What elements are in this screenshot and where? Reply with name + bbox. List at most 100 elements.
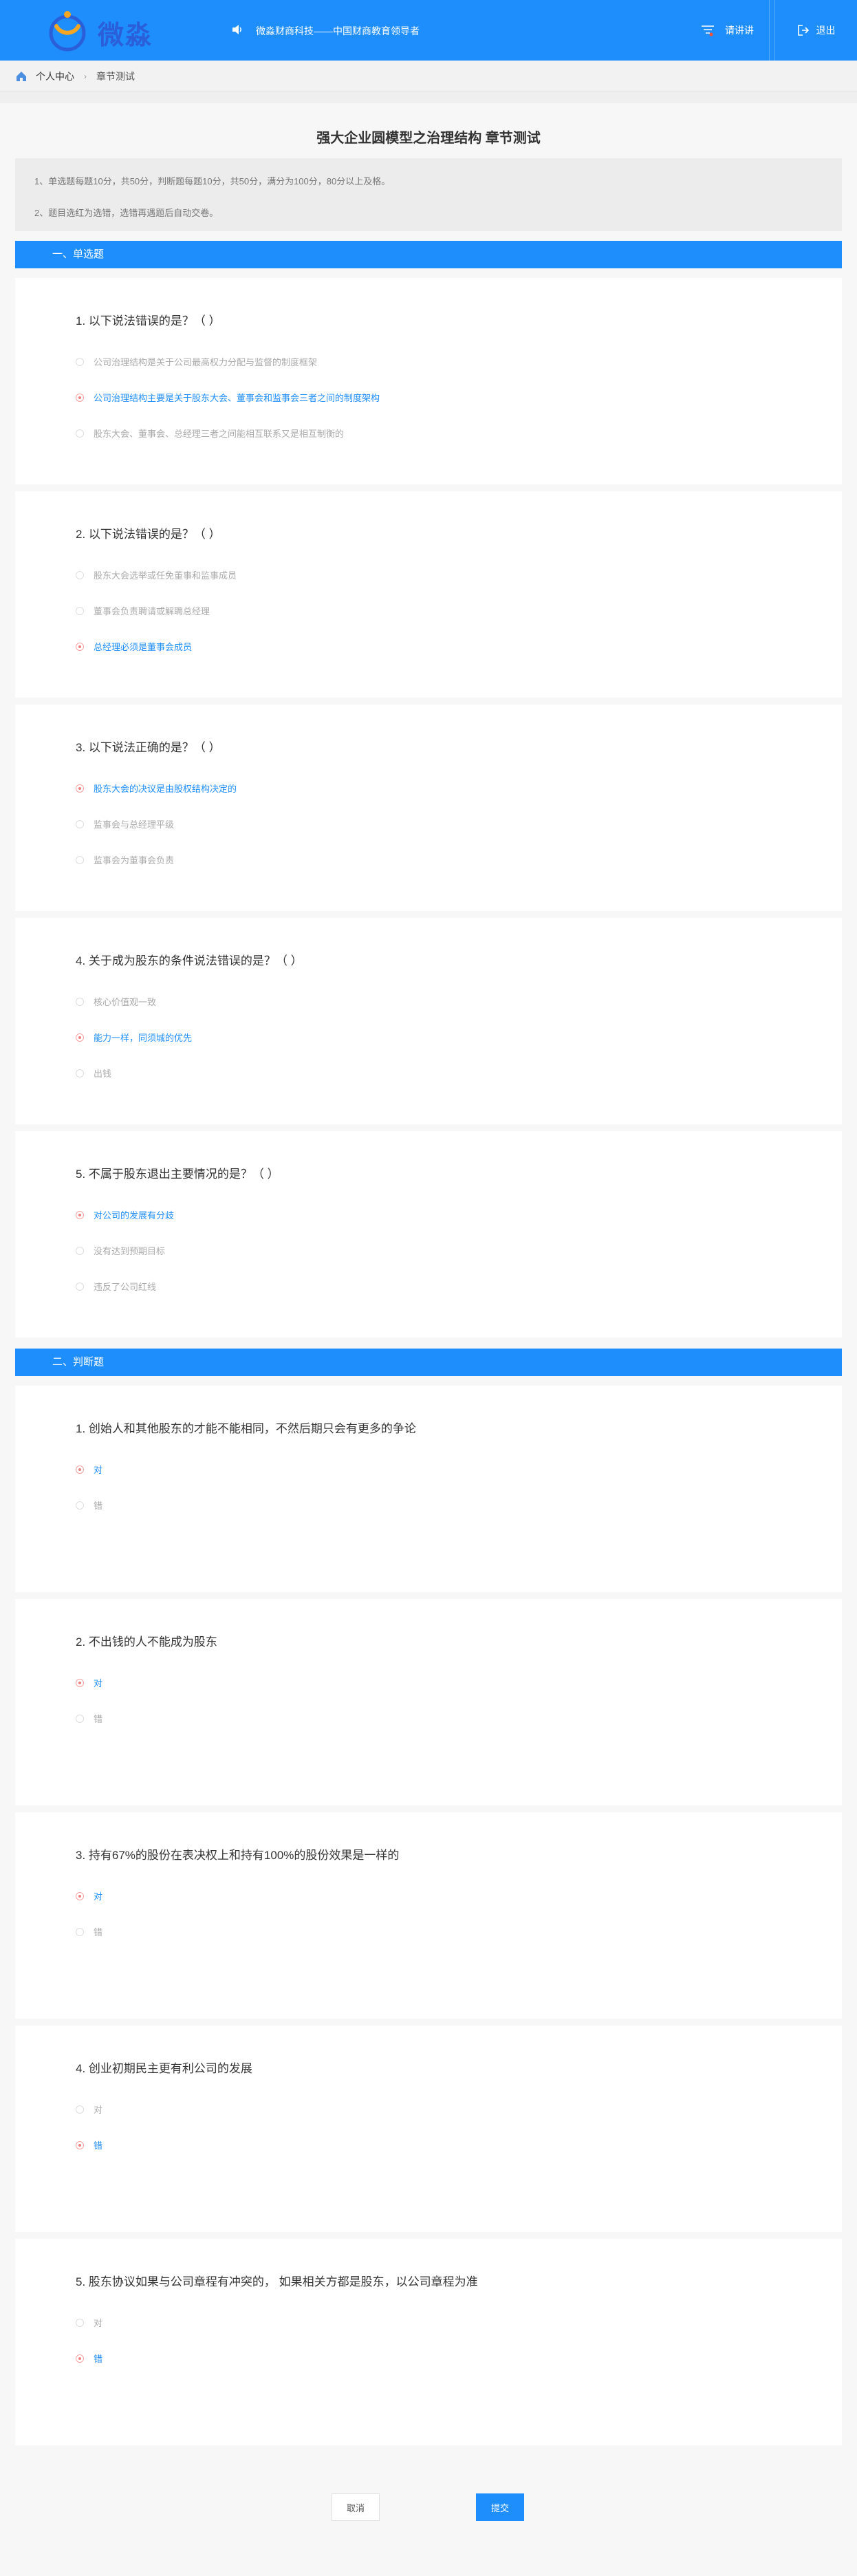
option[interactable]: 对 xyxy=(76,1889,102,1902)
question-card: 3. 以下说法正确的是？（ ） 股东大会的决议是由股权结构决定的 监事会与总经理… xyxy=(15,705,842,911)
logout-label: 退出 xyxy=(816,25,836,36)
option[interactable]: 监事会为董事会负责 xyxy=(76,853,174,866)
option[interactable]: 错 xyxy=(76,1712,102,1725)
option-label: 对 xyxy=(94,1891,103,1902)
option-label: 违反了公司红线 xyxy=(94,1282,157,1292)
radio-icon xyxy=(76,1465,84,1474)
radio-icon xyxy=(76,393,84,402)
option[interactable]: 没有达到预期目标 xyxy=(76,1244,165,1257)
option-label: 对 xyxy=(94,1678,103,1688)
radio-icon xyxy=(76,997,84,1006)
breadcrumb-home[interactable]: 个人中心 xyxy=(36,69,74,83)
option-label: 监事会与总经理平级 xyxy=(94,819,175,830)
question-card: 2. 以下说法错误的是？（ ） 股东大会选举或任免董事和监事成员 董事会负责聘请… xyxy=(15,491,842,698)
radio-icon xyxy=(76,2105,84,2114)
option-label: 没有达到预期目标 xyxy=(94,1246,166,1256)
ticket-button[interactable]: 请讲讲 xyxy=(685,15,769,45)
radio-icon xyxy=(76,1714,84,1723)
option[interactable]: 股东大会的决议是由股权结构决定的 xyxy=(76,782,237,795)
question-card: 2. 不出钱的人不能成为股东 对 错 xyxy=(15,1599,842,1805)
option[interactable]: 监事会与总经理平级 xyxy=(76,817,174,830)
radio-icon xyxy=(76,2318,84,2327)
section-true-false: 二、判断题 xyxy=(15,1349,842,1376)
question-card: 4. 关于成为股东的条件说法错误的是？（ ） 核心价值观一致 能力一样，同须城的… xyxy=(15,918,842,1124)
filter-icon xyxy=(702,25,714,36)
logout-button[interactable]: 退出 xyxy=(774,0,857,61)
question-title: 5. 不属于股东退出主要情况的是？（ ） xyxy=(76,1168,279,1181)
radio-icon xyxy=(76,429,84,438)
option-label: 错 xyxy=(94,1927,103,1938)
brand-name: 微淼 xyxy=(98,20,153,50)
radio-icon xyxy=(76,2140,84,2149)
radio-icon xyxy=(76,784,84,793)
radio-icon xyxy=(76,642,84,651)
option[interactable]: 错 xyxy=(76,2352,102,2365)
option[interactable]: 错 xyxy=(76,1925,102,1938)
radio-icon xyxy=(76,570,84,579)
radio-icon xyxy=(76,855,84,864)
home-icon xyxy=(17,71,26,81)
notice-box: 1、单选题每题10分，共50分，判断题每题10分，共50分，满分为100分，80… xyxy=(15,158,842,231)
option[interactable]: 能力一样，同须城的优先 xyxy=(76,1031,192,1044)
option[interactable]: 对 xyxy=(76,1463,102,1476)
radio-icon xyxy=(76,1927,84,1936)
option-label: 股东大会选举或任免董事和监事成员 xyxy=(94,570,237,581)
option[interactable]: 总经理必须是董事会成员 xyxy=(76,640,192,653)
question-title: 1. 创始人和其他股东的才能不能相同，不然后期只会有更多的争论 xyxy=(76,1422,416,1435)
option[interactable]: 对公司的发展有分歧 xyxy=(76,1208,174,1221)
chevron-right-icon: › xyxy=(84,71,87,81)
submit-button[interactable]: 提交 xyxy=(476,2493,524,2521)
breadcrumb-current: 章节测试 xyxy=(96,70,135,82)
option[interactable]: 对 xyxy=(76,2316,102,2329)
radio-icon xyxy=(76,1210,84,1219)
question-card: 5. 股东协议如果与公司章程有冲突的， 如果相关方都是股东，以公司章程为准 对 … xyxy=(15,2239,842,2445)
radio-icon xyxy=(76,2354,84,2363)
radio-icon xyxy=(76,1891,84,1900)
question-card: 1. 创始人和其他股东的才能不能相同，不然后期只会有更多的争论 对 错 xyxy=(15,1386,842,1592)
cancel-button[interactable]: 取消 xyxy=(332,2493,380,2521)
question-title: 2. 以下说法错误的是？（ ） xyxy=(76,528,221,541)
question-title: 3. 持有67%的股份在表决权上和持有100%的股份效果是一样的 xyxy=(76,1849,400,1862)
option[interactable]: 出钱 xyxy=(76,1066,111,1080)
option-label: 董事会负责聘请或解聘总经理 xyxy=(94,606,210,616)
option-label: 核心价值观一致 xyxy=(94,997,157,1007)
option-label: 监事会为董事会负责 xyxy=(94,855,175,866)
notice-line-2: 2、题目选红为选错，选错再遇题后自动交卷。 xyxy=(34,208,219,218)
option-label: 错 xyxy=(94,2140,103,2151)
option[interactable]: 公司治理结构主要是关于股东大会、董事会和监事会三者之间的制度架构 xyxy=(76,391,380,404)
radio-icon xyxy=(76,357,84,366)
option[interactable]: 董事会负责聘请或解聘总经理 xyxy=(76,604,210,617)
option-label: 总经理必须是董事会成员 xyxy=(94,642,193,652)
radio-icon xyxy=(76,1501,84,1510)
option[interactable]: 股东大会、董事会、总经理三者之间能相互联系又是相互制衡的 xyxy=(76,427,344,440)
option[interactable]: 核心价值观一致 xyxy=(76,995,156,1008)
question-card: 1. 以下说法错误的是？（ ） 公司治理结构是关于公司最高权力分配与监督的制度框… xyxy=(15,278,842,484)
option-label: 对 xyxy=(94,2318,103,2328)
page-title: 强大企业圆模型之治理结构 章节测试 xyxy=(316,131,541,146)
option-label: 对 xyxy=(94,1465,103,1475)
question-title: 5. 股东协议如果与公司章程有冲突的， 如果相关方都是股东，以公司章程为准 xyxy=(76,2275,478,2288)
option[interactable]: 股东大会选举或任免董事和监事成员 xyxy=(76,568,237,581)
question-title: 4. 关于成为股东的条件说法错误的是？（ ） xyxy=(76,954,303,967)
logo-icon xyxy=(49,11,86,52)
question-title: 4. 创业初期民主更有利公司的发展 xyxy=(76,2062,252,2075)
option[interactable]: 对 xyxy=(76,1676,102,1689)
breadcrumb: 个人中心 › 章节测试 xyxy=(0,61,857,92)
radio-icon xyxy=(76,606,84,615)
radio-icon xyxy=(76,1678,84,1687)
question-card: 3. 持有67%的股份在表决权上和持有100%的股份效果是一样的 对 错 xyxy=(15,1812,842,2019)
header-divider xyxy=(769,0,770,61)
option[interactable]: 公司治理结构是关于公司最高权力分配与监督的制度框架 xyxy=(76,355,317,368)
option[interactable]: 对 xyxy=(76,2103,102,2116)
option-label: 公司治理结构是关于公司最高权力分配与监督的制度框架 xyxy=(94,357,318,367)
logout-icon xyxy=(797,25,809,36)
option[interactable]: 错 xyxy=(76,1499,102,1512)
option[interactable]: 违反了公司红线 xyxy=(76,1280,156,1293)
ticket-label: 请讲讲 xyxy=(725,25,754,36)
notice-line-1: 1、单选题每题10分，共50分，判断题每题10分，共50分，满分为100分，80… xyxy=(34,176,391,186)
option-label: 公司治理结构主要是关于股东大会、董事会和监事会三者之间的制度架构 xyxy=(94,393,380,403)
radio-icon xyxy=(76,1282,84,1291)
radio-icon xyxy=(76,819,84,828)
question-title: 3. 以下说法正确的是？（ ） xyxy=(76,741,221,754)
option[interactable]: 错 xyxy=(76,2138,102,2151)
